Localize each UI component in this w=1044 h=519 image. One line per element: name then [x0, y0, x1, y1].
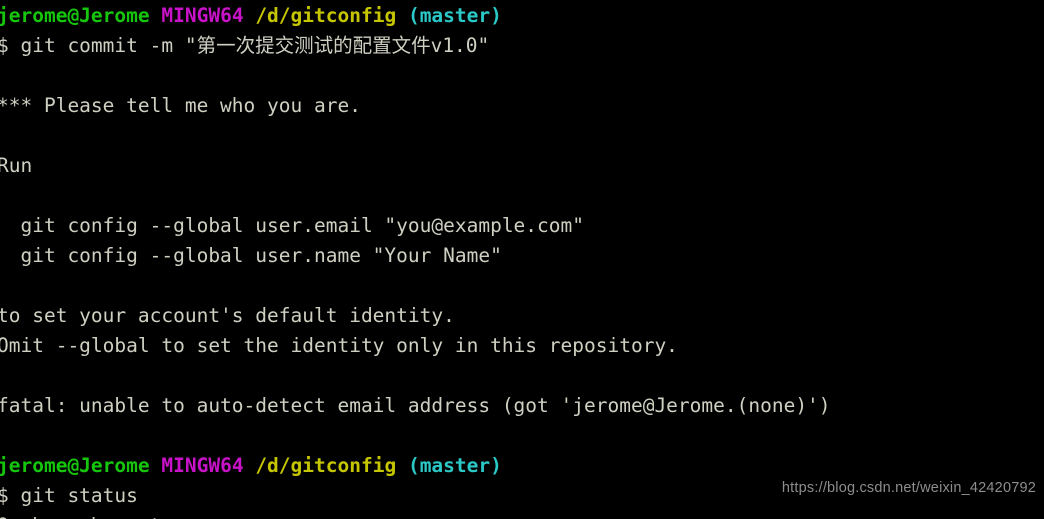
watermark-text: https://blog.csdn.net/weixin_42420792	[781, 480, 1036, 496]
output-config-name: git config --global user.name "Your Name…	[0, 244, 502, 267]
terminal-screen[interactable]: jerome@Jerome MINGW64 /d/gitconfig (mast…	[0, 1, 1044, 519]
prompt-branch: (master)	[407, 454, 502, 477]
output-fatal-error: fatal: unable to auto-detect email addre…	[0, 394, 831, 417]
prompt-user: jerome@Jerome	[0, 454, 150, 477]
terminal-window[interactable]: jerome@Jerome MINGW64 /d/gitconfig (mast…	[0, 0, 1044, 519]
prompt-path: /d/gitconfig	[255, 4, 397, 27]
prompt-path: /d/gitconfig	[255, 454, 397, 477]
output-please-tell-me: *** Please tell me who you are.	[0, 94, 361, 117]
prompt-user: jerome@Jerome	[0, 4, 150, 27]
prompt-branch: (master)	[407, 4, 502, 27]
prompt-host: MINGW64	[161, 454, 244, 477]
command-line-commit: $ git commit -m "第一次提交测试的配置文件v1.0"	[0, 34, 490, 57]
output-run: Run	[0, 154, 33, 177]
output-omit-global: Omit --global to set the identity only i…	[0, 334, 678, 357]
output-config-email: git config --global user.email "you@exam…	[0, 214, 584, 237]
prompt-host: MINGW64	[161, 4, 244, 27]
output-on-branch: On branch master	[0, 511, 1044, 519]
output-set-identity: to set your account's default identity.	[0, 304, 455, 327]
prompt-line: jerome@Jerome MINGW64 /d/gitconfig (mast…	[0, 1, 1044, 31]
